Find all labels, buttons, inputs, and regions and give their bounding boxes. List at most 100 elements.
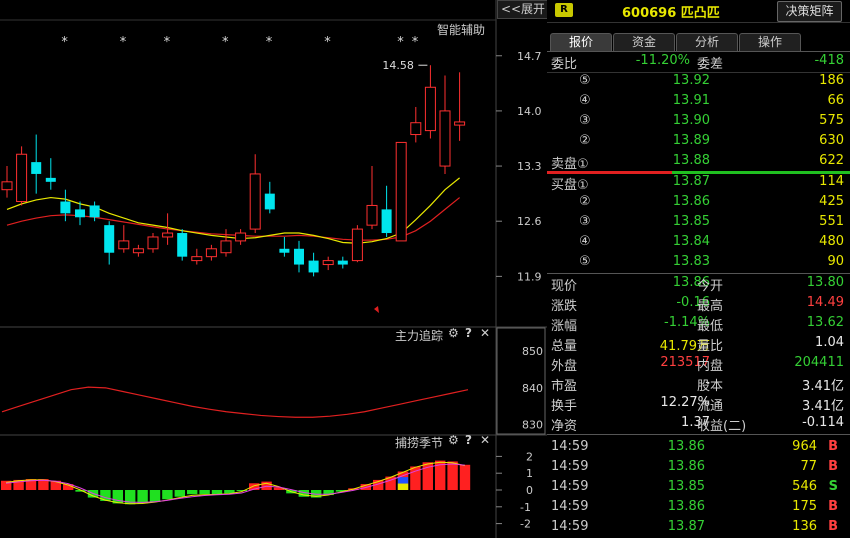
signal-star: * [120,35,127,50]
season-bar [199,490,210,495]
order-ratio-row: 委比 -11.20% 委差 -418 [547,52,850,72]
buy-level-row: ③ 13.85 551 [547,213,850,233]
season-bar [211,490,223,495]
stat-label: 总量 [551,339,578,354]
season-bar [174,490,185,497]
stat-value: -0.114 [802,415,844,430]
gear-icon[interactable]: ⚙ [448,433,459,447]
tab-quote[interactable]: 报价 [550,33,612,51]
stat-row: 现价 13.86 今开 13.80 [547,274,850,294]
stat-row: 总量 41.79万 量比 1.04 [547,334,850,354]
trade-price: 13.86 [667,499,705,514]
candle-body [308,260,319,273]
season-bar [447,461,458,490]
order-ratio-value: -11.20% [635,53,690,68]
buy-price: 13.87 [672,174,710,189]
candle-body [381,209,392,234]
main-force-tracking-chart: 850 840 830 [1,345,543,432]
sell-volume: 66 [827,93,844,108]
tab-operation[interactable]: 操作 [739,33,801,51]
signal-star: * [266,35,273,50]
candle-body [351,228,363,262]
season-bar-signal [397,477,409,484]
price-tick-label: 13.3 [517,160,542,173]
trade-time: 14:59 [551,459,589,474]
candle-body [279,248,290,253]
buy-level-row: ④ 13.84 480 [547,233,850,253]
quote-tabs: 报价 资金 分析 操作 [550,33,802,51]
gear-icon[interactable]: ⚙ [448,326,459,340]
order-diff-label: 委差 [697,57,724,72]
expand-button[interactable]: <<展开 [497,0,549,19]
sell-level-row: ④ 13.91 66 [547,92,850,112]
stat-value: 13.80 [806,275,844,290]
candle-body [147,236,159,250]
trade-side: B [828,459,838,474]
candle-body [294,248,304,265]
sell-level-label: 卖盘① [551,157,589,172]
sell-level-row: ⑤ 13.92 186 [547,72,850,92]
ma-short-line [6,177,460,244]
indicator1-tick-label: 850 [522,345,543,358]
stat-label: 换手 [551,399,578,414]
indicator2-tick-label: -1 [520,501,531,514]
close-icon[interactable]: ✕ [480,433,490,447]
buy-volume: 480 [819,234,844,249]
sell-volume: 622 [819,153,844,168]
margin-badge: R [555,3,573,17]
trade-time: 14:59 [551,499,589,514]
candle-body [104,225,115,253]
trade-qty: 964 [792,439,817,454]
sell-level-label: ④ [579,93,591,108]
trade-time: 14:59 [551,519,589,534]
candle-body [205,248,217,258]
trade-row: 14:59 13.86 175 B [547,498,850,518]
season-bar [459,464,471,490]
trade-price: 13.86 [667,459,705,474]
trade-side: B [828,499,838,514]
buy-volume: 90 [827,254,844,269]
trade-row: 14:59 13.87 136 B [547,518,850,538]
tab-analysis[interactable]: 分析 [676,33,738,51]
buy-volume: 425 [819,194,844,209]
stat-value: 3.41亿 [802,379,844,394]
stat-label: 涨跌 [551,299,578,314]
close-icon[interactable]: ✕ [480,326,490,340]
stat-row: 涨跌 -0.16 最高 14.49 [547,294,850,314]
order-diff-value: -418 [814,53,844,68]
stat-row: 换手 12.27% 流通 3.41亿 [547,394,850,414]
stat-label: 最高 [697,299,724,314]
candle-body [439,110,451,167]
indicator2-tick-label: 2 [526,450,533,463]
candle-body [45,177,56,182]
indicator2-title: 捕捞季节 [395,436,444,450]
chart-area[interactable]: 14.7 14.0 13.3 12.6 11.9 * * * * * * * * 14.58 850 840… [0,0,547,538]
stat-value: 14.49 [806,295,844,310]
buy-price: 13.86 [672,194,710,209]
candle-body [264,193,275,210]
candle-body [89,205,100,218]
tab-funds[interactable]: 资金 [613,33,675,51]
buy-level-label: ④ [579,234,591,249]
decision-matrix-button[interactable]: 决策矩阵 [777,1,842,22]
help-icon[interactable]: ? [465,326,472,340]
buy-volume: 551 [819,214,844,229]
candle-body [31,162,42,174]
buy-level-label: ⑤ [579,254,591,269]
trade-price: 13.86 [667,439,705,454]
trade-qty: 136 [792,519,817,534]
season-bar [187,490,198,495]
trade-qty: 546 [792,479,817,494]
smart-assist-label[interactable]: 智能辅助 [437,21,485,38]
sell-volume: 630 [819,133,844,148]
help-icon[interactable]: ? [465,433,472,447]
season-line-slow [5,463,465,503]
stat-label: 今开 [697,279,724,294]
candle-body [424,86,436,132]
stat-label: 涨幅 [551,319,578,334]
trade-row: 14:59 13.85 546 S [547,478,850,498]
trade-time: 14:59 [551,479,589,494]
stat-label: 收益(二) [697,419,747,434]
sell-price: 13.89 [672,133,710,148]
candle-body [75,209,85,218]
